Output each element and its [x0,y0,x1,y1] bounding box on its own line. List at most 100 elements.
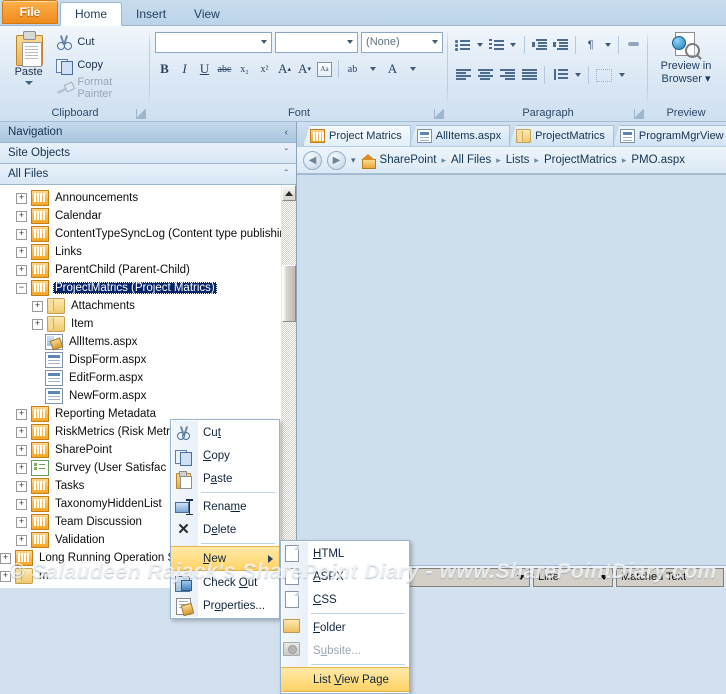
copy-button[interactable]: Copy [52,55,145,75]
superscript-button[interactable]: x² [255,59,274,80]
expand-icon[interactable]: + [16,480,27,492]
expand-icon[interactable]: + [16,462,27,474]
expand-icon[interactable]: + [16,444,27,456]
tree-scrollbar[interactable] [281,185,296,588]
paste-button[interactable]: Paste [5,29,52,105]
italic-button[interactable]: I [175,59,194,80]
context-menu-item-delete[interactable]: ✕ Delete [171,518,279,541]
tree-item[interactable]: AllItems.aspx [0,333,282,351]
expand-icon[interactable]: + [16,246,27,258]
hyperlink-button[interactable] [624,35,643,56]
expand-icon[interactable]: + [16,192,27,204]
breadcrumb-item-sharepoint[interactable]: SharePoint [380,154,437,166]
font-size-combo[interactable] [275,31,359,53]
clipboard-dialog-launcher[interactable] [136,109,146,119]
bullets-dropdown-arrow-icon[interactable] [474,35,485,56]
tab-insert[interactable]: Insert [122,3,180,25]
align-right-button[interactable] [497,65,517,86]
tree-item[interactable]: − ProjectMatrics (Project Matrics) [0,279,282,297]
breadcrumb-item-all-files[interactable]: All Files [451,154,491,166]
decrease-indent-button[interactable] [530,35,549,56]
line-combo[interactable]: Line [533,567,613,587]
grow-font-button[interactable]: A ▴ [275,59,294,80]
document-tab[interactable]: ProjectMatrics [509,125,614,146]
paste-dropdown-arrow-icon[interactable] [24,81,33,85]
numbering-button[interactable] [487,35,506,56]
submenu-item-html[interactable]: HTML [281,542,409,565]
expand-icon[interactable]: + [16,516,27,528]
tree-item[interactable]: + ParentChild (Parent-Child) [0,261,282,279]
paragraph-mark-button[interactable]: ¶ [581,35,600,56]
document-tab[interactable]: Project Matrics [303,125,411,146]
highlight-dropdown-arrow-icon[interactable] [363,59,382,80]
context-menu-item-check-out[interactable]: Check Out [171,571,279,594]
all-files-header[interactable]: All Files ˆ [0,164,296,185]
document-tab[interactable]: ProgramMgrView [612,125,726,146]
context-menu-item-new[interactable]: New [171,546,279,571]
numbering-dropdown-arrow-icon[interactable] [508,35,519,56]
font-style-combo[interactable]: (None) [361,31,443,53]
align-center-button[interactable] [475,65,495,86]
document-tab-bar[interactable]: Project Matrics AllItems.aspx ProjectMatri… [297,122,726,146]
breadcrumb-dropdown-icon[interactable]: ▾ [351,155,356,166]
cut-button[interactable]: Cut [52,32,145,52]
expand-icon[interactable]: + [0,570,11,582]
forward-button[interactable]: ▶ [327,150,346,170]
context-menu-item-cut[interactable]: Cut [171,421,279,444]
document-tab[interactable]: AllItems.aspx [409,125,511,146]
chevron-down-icon[interactable] [597,574,610,580]
bold-button[interactable]: B [155,59,174,80]
scrollbar-thumb[interactable] [282,265,296,322]
chevron-down-icon[interactable] [428,40,442,44]
strikethrough-button[interactable]: abc [215,59,234,80]
shrink-font-button[interactable]: A ▾ [295,59,314,80]
text-highlight-button[interactable]: ab [343,59,362,80]
breadcrumb-item-lists[interactable]: Lists [506,154,530,166]
breadcrumb-item-projectmatrics[interactable]: ProjectMatrics [544,154,617,166]
tree-item[interactable]: + Attachments [0,297,282,315]
back-button[interactable]: ◀ [303,150,322,170]
font-color-button[interactable]: A [383,59,402,80]
context-menu-item-paste[interactable]: Paste [171,467,279,490]
tree-item[interactable]: NewForm.aspx [0,387,282,405]
new-submenu[interactable]: HTML ASPX CSS Folder Subsite... List View Pag… [280,540,410,694]
context-menu[interactable]: Cut Copy Paste Rename ✕ Delete New Check Out Pro… [170,419,280,619]
submenu-item-folder[interactable]: Folder [281,616,409,639]
collapse-icon[interactable]: − [16,282,27,294]
chevron-down-icon[interactable] [514,574,527,580]
expand-icon[interactable]: + [16,210,27,222]
submenu-item-subsite[interactable]: Subsite... [281,639,409,662]
expand-icon[interactable]: + [16,264,27,276]
justify-button[interactable] [519,65,539,86]
tree-item[interactable]: DispForm.aspx [0,351,282,369]
expand-icon[interactable]: + [16,534,27,546]
tab-file[interactable]: File [2,0,58,24]
expand-icon[interactable]: + [0,552,11,564]
font-name-combo[interactable] [155,31,273,53]
paragraph-dialog-launcher[interactable] [634,109,644,119]
subscript-button[interactable]: x₂ [235,59,254,80]
chevron-down-icon[interactable] [257,40,271,44]
expand-icon[interactable]: + [16,498,27,510]
chevron-down-icon[interactable]: ▾ [705,73,711,85]
matched-text-field[interactable]: Matched Text [616,567,724,587]
chevron-down-icon[interactable] [343,40,357,44]
expand-icon[interactable]: + [16,408,27,420]
preview-in-browser-button[interactable]: Preview in Browser ▾ [653,29,719,105]
format-painter-button[interactable]: Format Painter [52,76,145,100]
expand-icon[interactable]: + [16,228,27,240]
paragraph-mark-dropdown-arrow-icon[interactable] [602,35,613,56]
tree-item[interactable]: + Announcements [0,189,282,207]
tree-item[interactable]: + ContentTypeSyncLog (Content type publis… [0,225,282,243]
editor-canvas[interactable] [297,174,726,565]
breadcrumb-item-pmo-aspx[interactable]: PMO.aspx [631,154,685,166]
navigation-pane-header[interactable]: Navigation ‹ [0,122,296,143]
line-spacing-button[interactable] [550,65,570,86]
submenu-item-aspx[interactable]: ASPX [281,565,409,588]
tree-item[interactable]: + Links [0,243,282,261]
clear-formatting-button[interactable]: Aa [315,59,334,80]
expand-icon[interactable]: + [16,426,27,438]
borders-dropdown-arrow-icon[interactable] [616,65,627,86]
tab-home[interactable]: Home [60,2,123,26]
expand-icon[interactable]: + [32,318,43,330]
